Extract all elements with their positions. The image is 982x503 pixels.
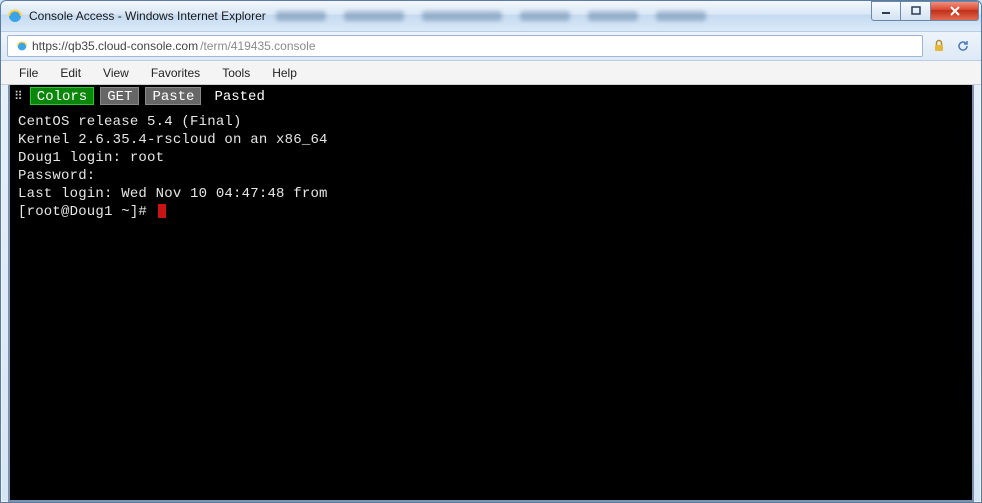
paste-button[interactable]: Paste [145, 87, 201, 105]
menu-tools[interactable]: Tools [212, 64, 260, 82]
terminal-output[interactable]: CentOS release 5.4 (Final)Kernel 2.6.35.… [10, 107, 972, 227]
menu-edit[interactable]: Edit [50, 64, 91, 82]
get-button[interactable]: GET [100, 87, 139, 105]
window-controls [871, 1, 979, 21]
maximize-button[interactable] [901, 1, 931, 21]
term-line: CentOS release 5.4 (Final) [18, 113, 964, 131]
menu-favorites[interactable]: Favorites [141, 64, 210, 82]
console-toolbar: ⠿ Colors GET Paste Pasted [10, 85, 972, 107]
minimize-button[interactable] [871, 1, 901, 21]
term-prompt: [root@Doug1 ~]# [18, 204, 156, 220]
drag-handle-icon[interactable]: ⠿ [14, 89, 22, 104]
term-line: Last login: Wed Nov 10 04:47:48 from [18, 185, 964, 203]
ie-icon [7, 8, 23, 24]
term-prompt-line: [root@Doug1 ~]# [18, 203, 964, 221]
menu-help[interactable]: Help [262, 64, 307, 82]
titlebar[interactable]: Console Access - Windows Internet Explor… [1, 1, 981, 31]
url-input[interactable]: https://qb35.cloud-console.com/term/4194… [7, 35, 923, 57]
refresh-icon[interactable] [955, 38, 971, 54]
pasted-label: Pasted [207, 87, 271, 105]
page-icon [14, 38, 30, 54]
close-button[interactable] [931, 1, 979, 21]
cursor-block [158, 204, 166, 218]
window-title: Console Access - Windows Internet Explor… [29, 9, 266, 23]
address-bar: https://qb35.cloud-console.com/term/4194… [1, 31, 981, 61]
colors-button[interactable]: Colors [30, 87, 94, 105]
browser-window: Console Access - Windows Internet Explor… [0, 0, 982, 503]
menu-file[interactable]: File [9, 64, 48, 82]
url-path: /term/419435.console [200, 39, 315, 53]
console-viewport: ⠿ Colors GET Paste Pasted CentOS release… [8, 85, 974, 502]
menu-bar: File Edit View Favorites Tools Help [1, 61, 981, 85]
term-line: Kernel 2.6.35.4-rscloud on an x86_64 [18, 131, 964, 149]
term-line: Password: [18, 167, 964, 185]
term-line: Doug1 login: root [18, 149, 964, 167]
titlebar-toolbar-blurred [276, 7, 861, 25]
lock-icon [931, 38, 947, 54]
menu-view[interactable]: View [93, 64, 139, 82]
url-host: https://qb35.cloud-console.com [32, 39, 198, 53]
